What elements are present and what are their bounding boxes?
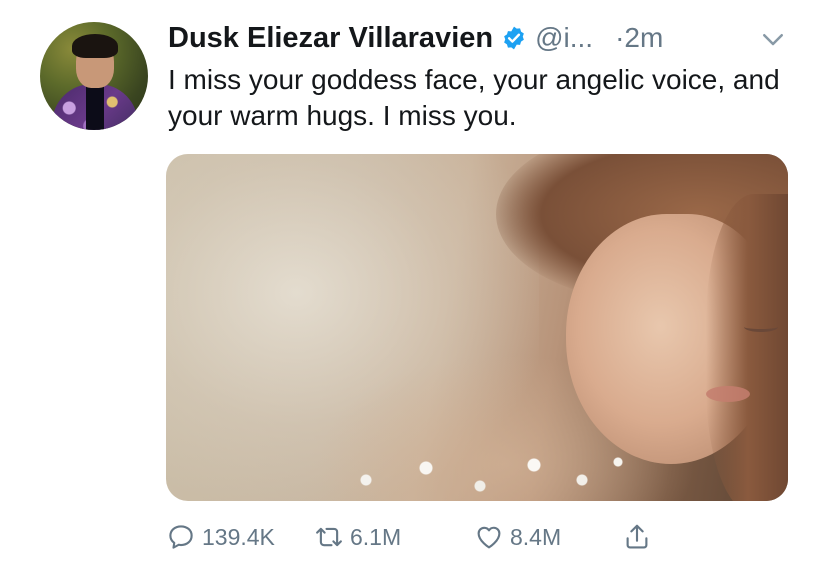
reply-count: 139.4K xyxy=(202,523,275,550)
author-name[interactable]: Dusk Eliezar Villaravien xyxy=(168,22,493,55)
photo-flowers xyxy=(336,444,636,501)
avatar-collar xyxy=(86,82,104,130)
like-button[interactable]: 8.4M xyxy=(474,520,561,554)
photo-eye xyxy=(744,322,778,332)
tweet-timestamp[interactable]: ·2m xyxy=(615,22,663,54)
photo-hair-side xyxy=(706,194,788,501)
retweet-button[interactable]: 6.1M xyxy=(314,520,401,554)
photo-lips xyxy=(706,386,750,402)
verified-badge-icon xyxy=(504,26,524,50)
tweet-text: I miss your goddess face, your angelic v… xyxy=(168,64,780,131)
reply-button[interactable]: 139.4K xyxy=(166,520,275,554)
retweet-icon xyxy=(316,527,342,547)
avatar-hair xyxy=(72,34,118,58)
chevron-down-icon[interactable] xyxy=(758,24,788,54)
tweet-header: Dusk Eliezar Villaravien @i... ·2m xyxy=(168,18,663,58)
avatar[interactable] xyxy=(40,22,148,130)
tweet-photo[interactable] xyxy=(166,154,788,501)
share-button[interactable] xyxy=(622,520,658,554)
reply-bubble-icon xyxy=(169,525,193,549)
share-icon xyxy=(626,524,648,549)
heart-icon xyxy=(477,526,501,549)
tweet[interactable]: Dusk Eliezar Villaravien @i... ·2m I mis… xyxy=(0,0,828,565)
like-count: 8.4M xyxy=(510,523,562,550)
retweet-count: 6.1M xyxy=(350,523,402,550)
author-handle[interactable]: @i... xyxy=(535,22,593,54)
